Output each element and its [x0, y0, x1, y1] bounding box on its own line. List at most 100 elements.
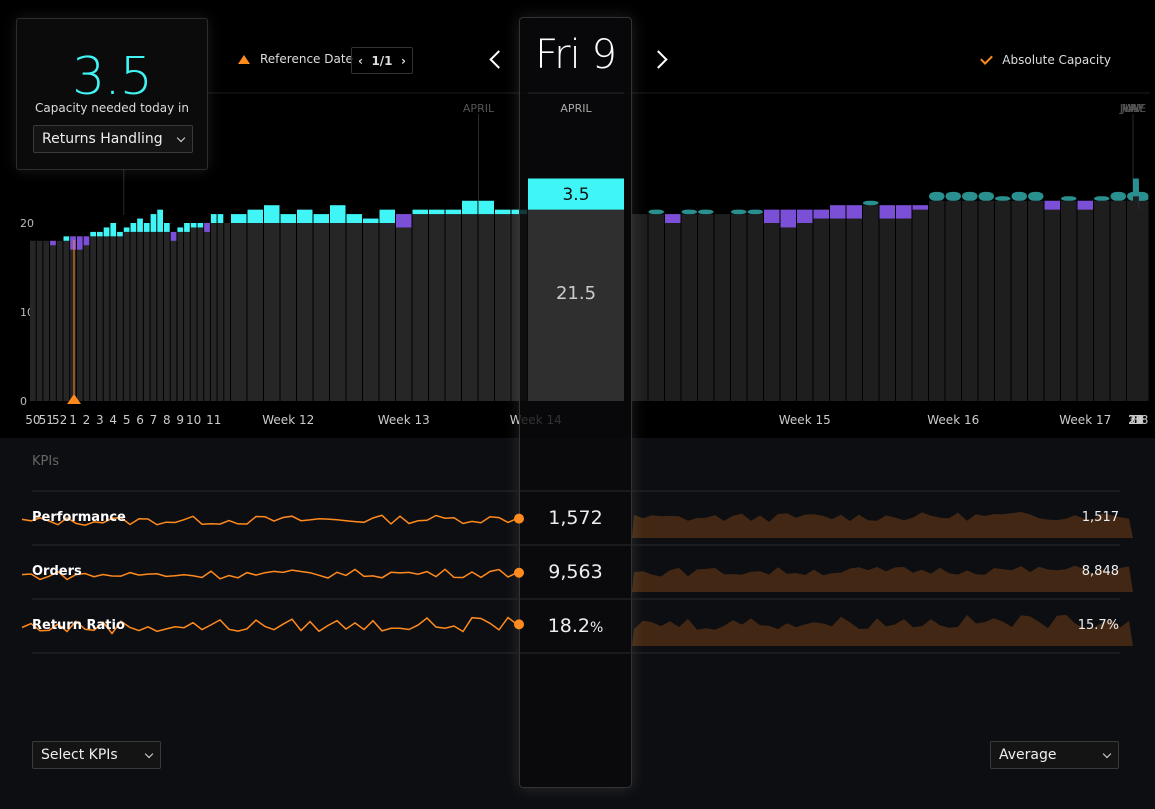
capacity-increase-bar	[648, 209, 664, 215]
reference-pager: ‹ 1/1 ›	[351, 47, 413, 74]
select-kpis-label: Select KPIs	[41, 747, 118, 763]
capacity-bar	[681, 214, 697, 401]
capacity-increase-bar	[747, 209, 763, 215]
pager-prev-button[interactable]: ‹	[358, 54, 363, 68]
capacity-increase-bar	[681, 209, 697, 215]
capacity-bar	[137, 231, 143, 401]
capacity-bar	[123, 231, 130, 401]
x-tick-label: Week 12	[262, 413, 314, 427]
kpi-end-return-ratio: 15.7%	[1077, 618, 1119, 633]
x-tick-label: 3	[1132, 413, 1140, 427]
capacity-bar	[1028, 200, 1044, 401]
capacity-bar	[396, 214, 412, 401]
capacity-bar	[363, 223, 379, 401]
capacity-decrease-bar	[797, 209, 813, 223]
capacity-bar	[97, 236, 103, 401]
capacity-increase-bar	[995, 196, 1011, 201]
capacity-bar	[379, 223, 395, 401]
pager-value: 1/1	[371, 53, 393, 68]
select-kpis-dropdown[interactable]: Select KPIs	[32, 741, 161, 769]
chevron-down-icon	[1102, 749, 1112, 758]
capacity-decrease-bar	[912, 205, 928, 210]
capacity-bar	[164, 231, 170, 401]
capacity-bar	[157, 231, 163, 401]
capacity-increase-bar	[978, 191, 994, 201]
capacity-bar	[190, 227, 197, 401]
capacity-bar	[863, 205, 879, 401]
capacity-decrease-bar	[879, 205, 895, 219]
capacity-increase-bar	[297, 209, 313, 223]
capacity-increase-bar	[157, 209, 163, 232]
capacity-increase-bar	[103, 227, 110, 237]
pager-next-button[interactable]: ›	[401, 54, 406, 68]
absolute-capacity-toggle[interactable]: Absolute Capacity	[980, 51, 1111, 67]
capacity-bar	[1133, 196, 1139, 401]
capacity-bar	[1077, 200, 1093, 401]
x-tick-label: Week 15	[779, 413, 831, 427]
capacity-bar	[1094, 200, 1110, 401]
capacity-increase-bar	[130, 223, 137, 232]
capacity-bar	[43, 240, 50, 401]
x-tick-label: Week 16	[927, 413, 979, 427]
capacity-increase-bar	[110, 223, 117, 237]
capacity-decrease-bar	[396, 214, 412, 228]
capacity-increase-bar	[164, 223, 170, 232]
capacity-increase-bar	[210, 214, 217, 223]
x-tick-label: 52	[52, 413, 67, 427]
capacity-increase-bar	[379, 209, 395, 223]
capacity-bar	[313, 223, 329, 401]
capacity-bar	[210, 223, 217, 401]
capacity-increase-bar	[231, 214, 247, 223]
kpi-name-return-ratio: Return Ratio	[32, 618, 125, 633]
next-day-button[interactable]	[653, 47, 667, 73]
capacity-bar	[632, 214, 648, 401]
capacity-increase-bar	[63, 236, 70, 241]
capacity-bar	[63, 240, 70, 401]
x-tick-label: 3	[96, 413, 104, 427]
capacity-increase-bar	[190, 223, 197, 228]
capacity-increase-bar	[184, 223, 190, 232]
capacity-increase-bar	[1011, 191, 1027, 201]
capacity-label: Capacity needed today in	[35, 101, 189, 115]
capacity-increase-bar	[1061, 196, 1077, 201]
capacity-increase-bar	[495, 209, 511, 215]
capacity-increase-bar	[698, 209, 714, 215]
capacity-bar	[204, 223, 210, 401]
capacity-bar	[76, 236, 83, 401]
capacity-decrease-bar	[830, 205, 846, 219]
capacity-bar	[330, 223, 346, 401]
reference-date-legend: Reference Date	[238, 52, 353, 66]
kpi-name-orders: Orders	[32, 564, 82, 579]
capacity-increase-bar	[962, 191, 978, 201]
capacity-bar	[830, 205, 846, 401]
capacity-increase-bar	[313, 214, 329, 223]
capacity-increase-bar	[264, 205, 280, 223]
previous-day-button[interactable]	[487, 47, 501, 73]
capacity-decrease-bar	[83, 236, 90, 246]
x-tick-label: 10	[186, 413, 201, 427]
reference-triangle-icon	[238, 54, 250, 64]
capacity-increase-bar	[429, 209, 445, 215]
capacity-bar	[177, 231, 184, 401]
y-tick-label: 20	[20, 217, 34, 230]
capacity-increase-bar	[137, 218, 143, 232]
capacity-bar	[462, 214, 478, 401]
x-tick-label: 6	[136, 413, 144, 427]
reference-date-label: Reference Date	[260, 52, 353, 66]
capacity-bar	[170, 231, 177, 401]
x-tick-label: 2	[83, 413, 91, 427]
kpi-sparkline	[21, 568, 518, 581]
aggregation-dropdown[interactable]: Average	[990, 741, 1119, 769]
capacity-increase-bar	[1094, 196, 1110, 201]
kpi-end-orders: 8,848	[1081, 564, 1119, 579]
capacity-bar	[731, 214, 747, 401]
capacity-bar	[945, 200, 961, 401]
process-select[interactable]: Returns Handling	[33, 125, 193, 153]
y-tick-label: 0	[20, 395, 27, 408]
capacity-increase-bar	[412, 209, 428, 215]
capacity-increase-bar	[247, 209, 263, 223]
capacity-increase-bar	[863, 200, 879, 206]
capacity-bar	[780, 209, 796, 401]
capacity-bar	[747, 214, 763, 401]
capacity-decrease-bar	[170, 231, 177, 241]
